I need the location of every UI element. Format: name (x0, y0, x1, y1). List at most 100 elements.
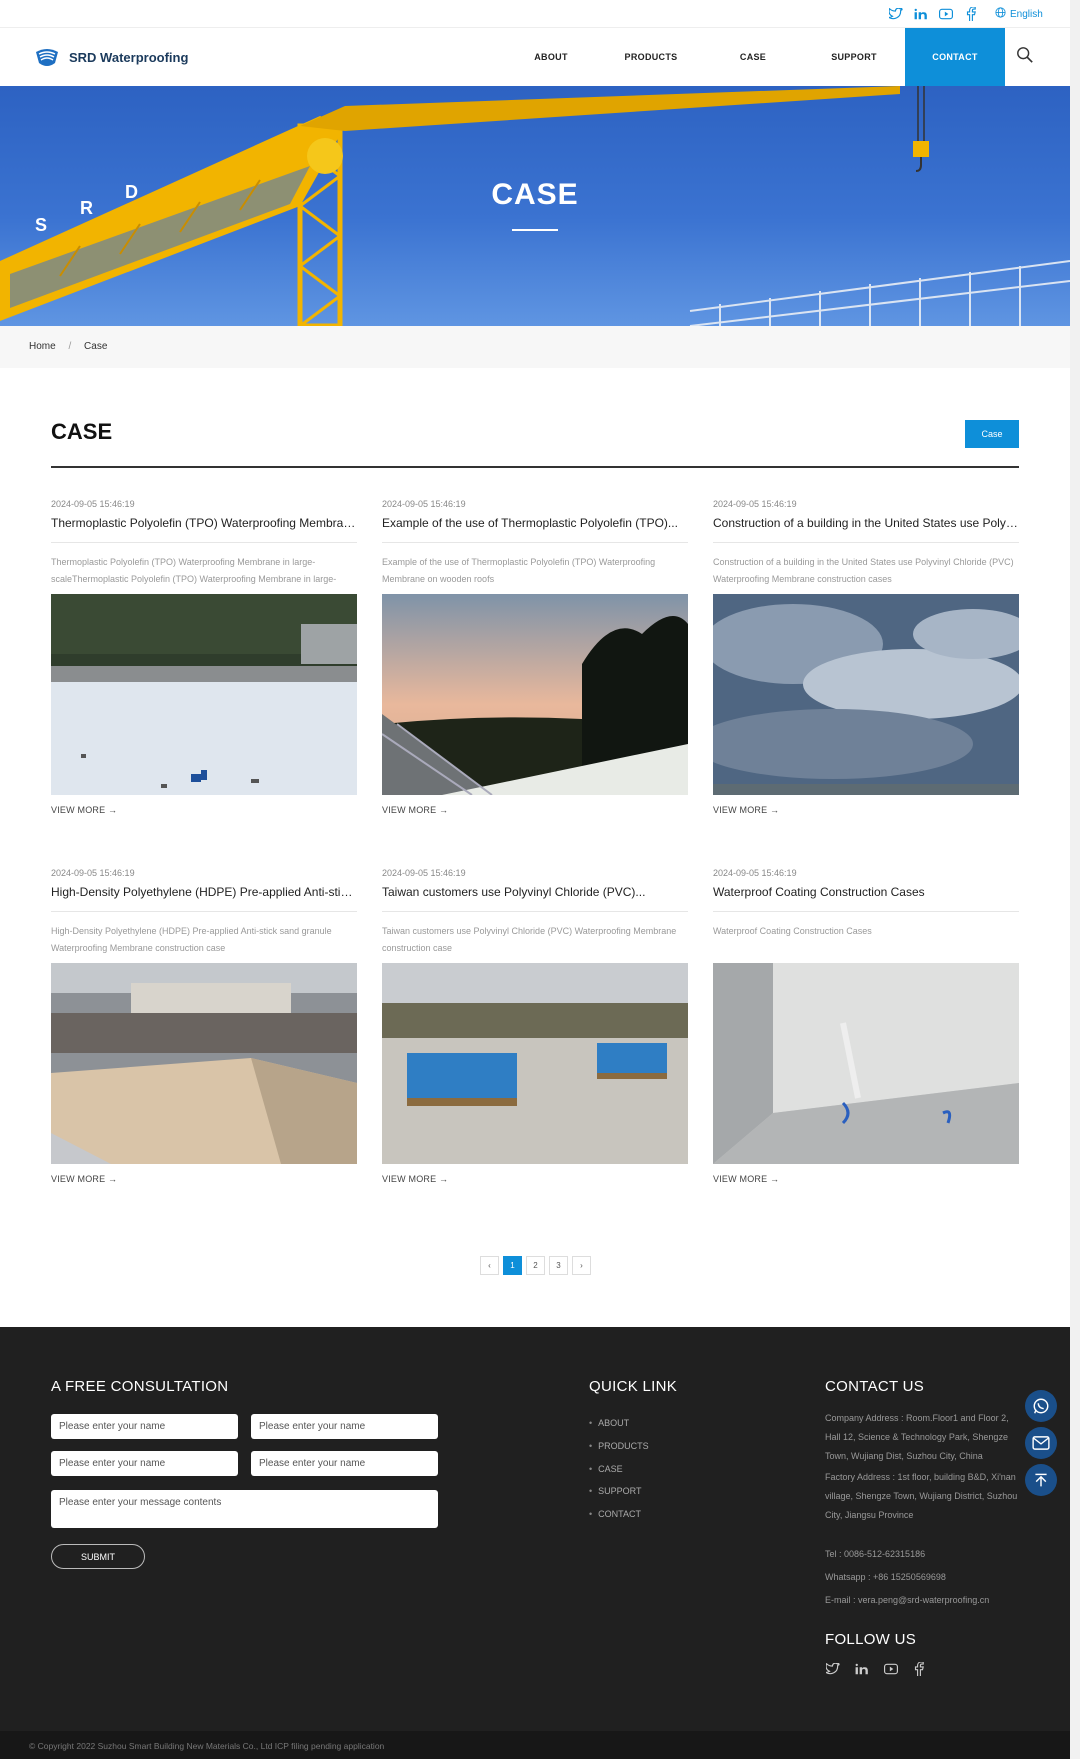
case-date: 2024-09-05 15:46:19 (713, 868, 797, 878)
pagination-next[interactable]: › (572, 1256, 591, 1275)
nav-support[interactable]: SUPPORT (804, 28, 904, 86)
youtube-icon[interactable] (938, 7, 954, 21)
case-divider (713, 542, 1019, 543)
case-divider (382, 911, 688, 912)
scrollbar[interactable] (1070, 0, 1080, 1759)
language-label: English (1010, 8, 1043, 20)
quick-link-support[interactable]: SUPPORT (589, 1486, 641, 1496)
name-field[interactable]: Please enter your name (51, 1451, 238, 1476)
name-field[interactable]: Please enter your name (251, 1414, 438, 1439)
view-more-link[interactable]: VIEW MORE → (51, 1174, 117, 1184)
breadcrumb-separator: / (68, 341, 72, 352)
language-selector[interactable]: English (995, 7, 1043, 21)
case-image[interactable] (713, 963, 1019, 1164)
linkedin-icon[interactable] (855, 1662, 869, 1680)
contact-whatsapp: Whatsapp : +86 15250569698 (825, 1572, 946, 1582)
case-description: Waterproof Coating Construction Cases (713, 926, 872, 936)
case-image[interactable] (713, 594, 1019, 795)
brand-logo[interactable]: SRD Waterproofing (33, 43, 188, 71)
contact-title: CONTACT US (825, 1378, 925, 1395)
site-header: SRD Waterproofing ABOUT PRODUCTS CASE SU… (0, 28, 1070, 86)
case-description: Construction of a building in the United… (713, 557, 1014, 584)
case-title[interactable]: High-Density Polyethylene (HDPE) Pre-app… (51, 885, 357, 899)
breadcrumb-home[interactable]: Home (29, 341, 56, 352)
pagination-page-3[interactable]: 3 (549, 1256, 568, 1275)
search-icon[interactable] (1016, 46, 1036, 66)
case-image[interactable] (382, 963, 688, 1164)
case-title[interactable]: Taiwan customers use Polyvinyl Chloride … (382, 885, 688, 899)
section-divider (51, 466, 1019, 468)
section-title: CASE (51, 419, 113, 444)
case-description: Thermoplastic Polyolefin (TPO) Waterproo… (51, 557, 337, 584)
youtube-icon[interactable] (884, 1662, 898, 1680)
case-divider (713, 911, 1019, 912)
view-more-link[interactable]: VIEW MORE → (382, 1174, 448, 1184)
facebook-icon[interactable] (963, 7, 979, 21)
quick-link-title: QUICK LINK (589, 1378, 678, 1395)
case-divider (382, 542, 688, 543)
case-description: Example of the use of Thermoplastic Poly… (382, 557, 656, 584)
view-more-link[interactable]: VIEW MORE → (713, 1174, 779, 1184)
pagination-page-1[interactable]: 1 (503, 1256, 522, 1275)
case-title[interactable]: Example of the use of Thermoplastic Poly… (382, 516, 688, 530)
quick-link-products[interactable]: PRODUCTS (589, 1441, 649, 1451)
message-field[interactable]: Please enter your message contents (51, 1490, 438, 1528)
breadcrumb: Home / Case (0, 326, 1070, 368)
nav-contact[interactable]: CONTACT (905, 28, 1005, 86)
case-date: 2024-09-05 15:46:19 (382, 868, 466, 878)
pagination: ‹ 1 2 3 › (480, 1256, 591, 1275)
case-image[interactable] (51, 963, 357, 1164)
site-footer: A FREE CONSULTATION Please enter your na… (0, 1327, 1070, 1731)
top-bar: English (0, 0, 1070, 28)
facebook-icon[interactable] (914, 1661, 924, 1681)
twitter-icon[interactable] (888, 7, 904, 21)
globe-icon (995, 7, 1006, 21)
case-description: High-Density Polyethylene (HDPE) Pre-app… (51, 926, 332, 953)
nav-case[interactable]: CASE (703, 28, 803, 86)
contact-email: E-mail : vera.peng@srd-waterproofing.cn (825, 1595, 990, 1605)
view-more-link[interactable]: VIEW MORE → (51, 805, 117, 815)
case-category-button[interactable]: Case (965, 420, 1019, 448)
mail-icon[interactable] (1025, 1427, 1057, 1459)
quick-link-about[interactable]: ABOUT (589, 1418, 629, 1428)
quick-link-case[interactable]: CASE (589, 1464, 623, 1474)
brand-logo-icon (36, 49, 58, 66)
consultation-title: A FREE CONSULTATION (51, 1378, 229, 1395)
name-field[interactable]: Please enter your name (51, 1414, 238, 1439)
nav-products[interactable]: PRODUCTS (601, 28, 701, 86)
hero-banner: S R D CASE (0, 86, 1070, 326)
case-image[interactable] (382, 594, 688, 795)
brand-name: SRD Waterproofing (69, 49, 189, 65)
copyright: © Copyright 2022 Suzhou Smart Building N… (0, 1731, 1070, 1759)
submit-button[interactable]: SUBMIT (51, 1544, 145, 1569)
follow-title: FOLLOW US (825, 1631, 917, 1648)
view-more-link[interactable]: VIEW MORE → (382, 805, 448, 815)
linkedin-icon[interactable] (913, 7, 929, 21)
case-divider (51, 911, 357, 912)
case-title[interactable]: Waterproof Coating Construction Cases (713, 885, 1019, 899)
contact-tel: Tel : 0086-512-62315186 (825, 1549, 926, 1559)
name-field[interactable]: Please enter your name (251, 1451, 438, 1476)
view-more-link[interactable]: VIEW MORE → (713, 805, 779, 815)
case-date: 2024-09-05 15:46:19 (51, 868, 135, 878)
page: English SRD Waterproofing ABOUT PRODUCTS… (0, 0, 1070, 1759)
factory-address: Factory Address : 1st floor, building B&… (825, 1472, 1018, 1520)
back-to-top-icon[interactable] (1025, 1464, 1057, 1496)
twitter-icon[interactable] (823, 1662, 840, 1680)
pagination-page-2[interactable]: 2 (526, 1256, 545, 1275)
case-title[interactable]: Construction of a building in the United… (713, 516, 1019, 530)
case-title[interactable]: Thermoplastic Polyolefin (TPO) Waterproo… (51, 516, 357, 530)
case-date: 2024-09-05 15:46:19 (51, 499, 135, 509)
company-address: Company Address : Room.Floor1 and Floor … (825, 1413, 1009, 1461)
case-divider (51, 542, 357, 543)
pagination-prev[interactable]: ‹ (480, 1256, 499, 1275)
nav-about[interactable]: ABOUT (501, 28, 601, 86)
hero-title: CASE (491, 178, 579, 211)
case-date: 2024-09-05 15:46:19 (382, 499, 466, 509)
case-image[interactable] (51, 594, 357, 795)
whatsapp-icon[interactable] (1025, 1390, 1057, 1422)
svg-text:S: S (35, 215, 47, 235)
case-date: 2024-09-05 15:46:19 (713, 499, 797, 509)
breadcrumb-current: Case (84, 341, 108, 352)
quick-link-contact[interactable]: CONTACT (589, 1509, 641, 1519)
